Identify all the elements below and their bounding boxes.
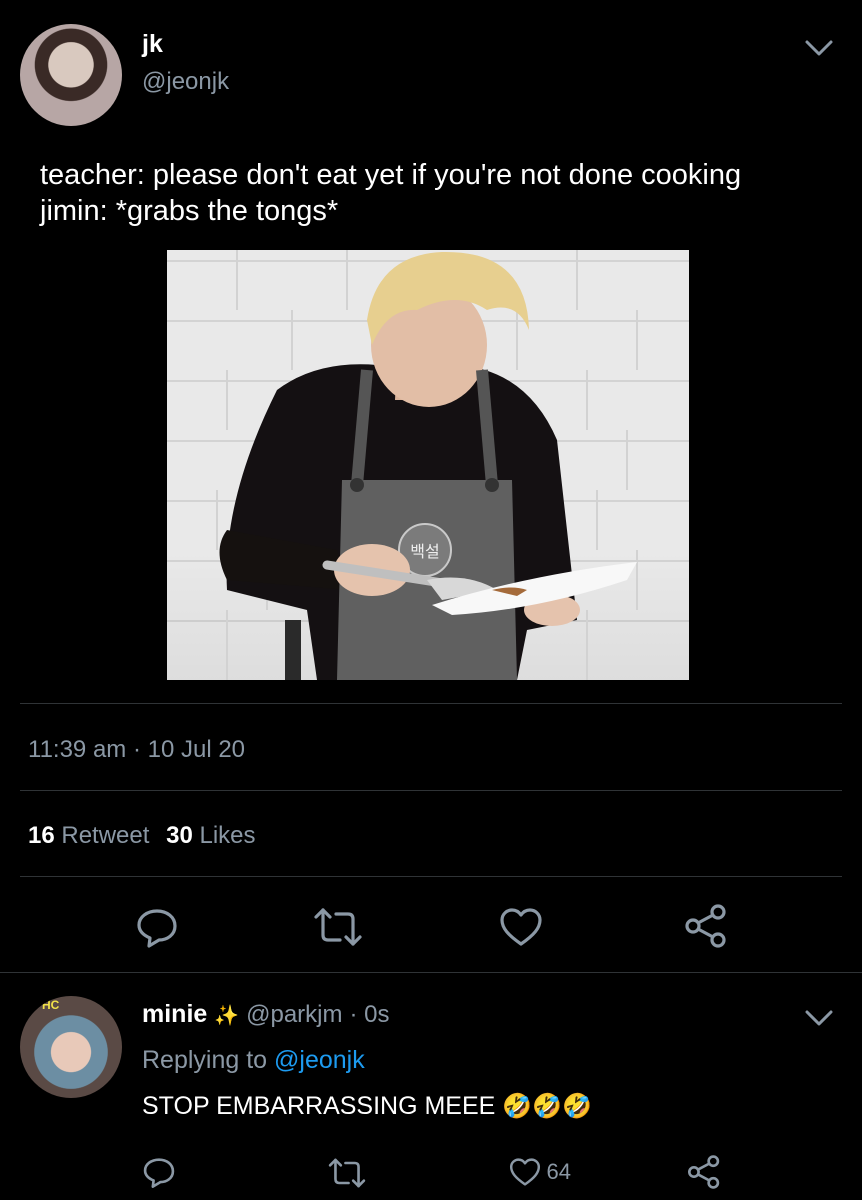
avatar-badge: HC (42, 998, 60, 1012)
tweet-timestamp[interactable]: 11:39 am · 10 Jul 20 (28, 736, 245, 764)
reply-author-name[interactable]: minie (142, 1000, 207, 1028)
divider-3 (20, 876, 842, 877)
reply-time[interactable]: · 0s (349, 1001, 389, 1028)
reply-reply-icon[interactable] (142, 1155, 176, 1189)
reply-heart-icon[interactable] (508, 1156, 542, 1188)
reply-header: minie ✨ @parkjm · 0s (142, 1000, 389, 1029)
photo-illustration: 백설 (216, 250, 638, 680)
reply-icon[interactable] (135, 905, 179, 949)
apron-logo-text: 백설 (410, 542, 439, 561)
reply-share-icon[interactable] (687, 1154, 721, 1190)
sparkle-icon: ✨ (214, 1005, 240, 1027)
heart-icon[interactable] (498, 905, 544, 949)
divider-2 (20, 790, 842, 791)
divider-4 (0, 972, 862, 973)
tweet-text-line-2: jimin: *grabs the tongs* (40, 195, 339, 227)
reply-text: STOP EMBARRASSING MEEE (142, 1092, 496, 1120)
share-icon[interactable] (684, 903, 728, 949)
retweet-label[interactable]: Retweet (61, 822, 149, 849)
author-handle[interactable]: @jeonjk (142, 68, 229, 96)
replying-to-handle[interactable]: @jeonjk (274, 1046, 365, 1074)
like-count[interactable]: 30 (166, 822, 193, 849)
retweet-count[interactable]: 16 (28, 822, 55, 849)
author-name[interactable]: jk (142, 30, 163, 59)
tweet-photo[interactable]: 백설 (167, 250, 689, 680)
reply-author-handle[interactable]: @parkjm (246, 1001, 342, 1028)
divider-1 (20, 703, 842, 704)
reply-chevron-down-icon[interactable] (804, 1008, 834, 1028)
replying-to-label: Replying to (142, 1046, 268, 1074)
like-label[interactable]: Likes (199, 822, 255, 849)
tweet-text-line-1: teacher: please don't eat yet if you're … (40, 159, 742, 191)
chevron-down-icon[interactable] (804, 38, 834, 58)
reply-text-row: STOP EMBARRASSING MEEE 🤣🤣🤣 (142, 1092, 592, 1121)
engagement-counts: 16 Retweet 30 Likes (28, 822, 256, 850)
reply-like[interactable]: 64 (508, 1156, 571, 1188)
reply-like-count: 64 (546, 1159, 571, 1184)
author-avatar[interactable] (20, 24, 122, 126)
reply-author-avatar[interactable]: HC (20, 996, 122, 1098)
reply-retweet-icon[interactable] (327, 1156, 367, 1190)
rofl-emoji: 🤣🤣🤣 (502, 1093, 592, 1120)
retweet-icon[interactable] (312, 905, 364, 949)
replying-to: Replying to @jeonjk (142, 1046, 365, 1075)
